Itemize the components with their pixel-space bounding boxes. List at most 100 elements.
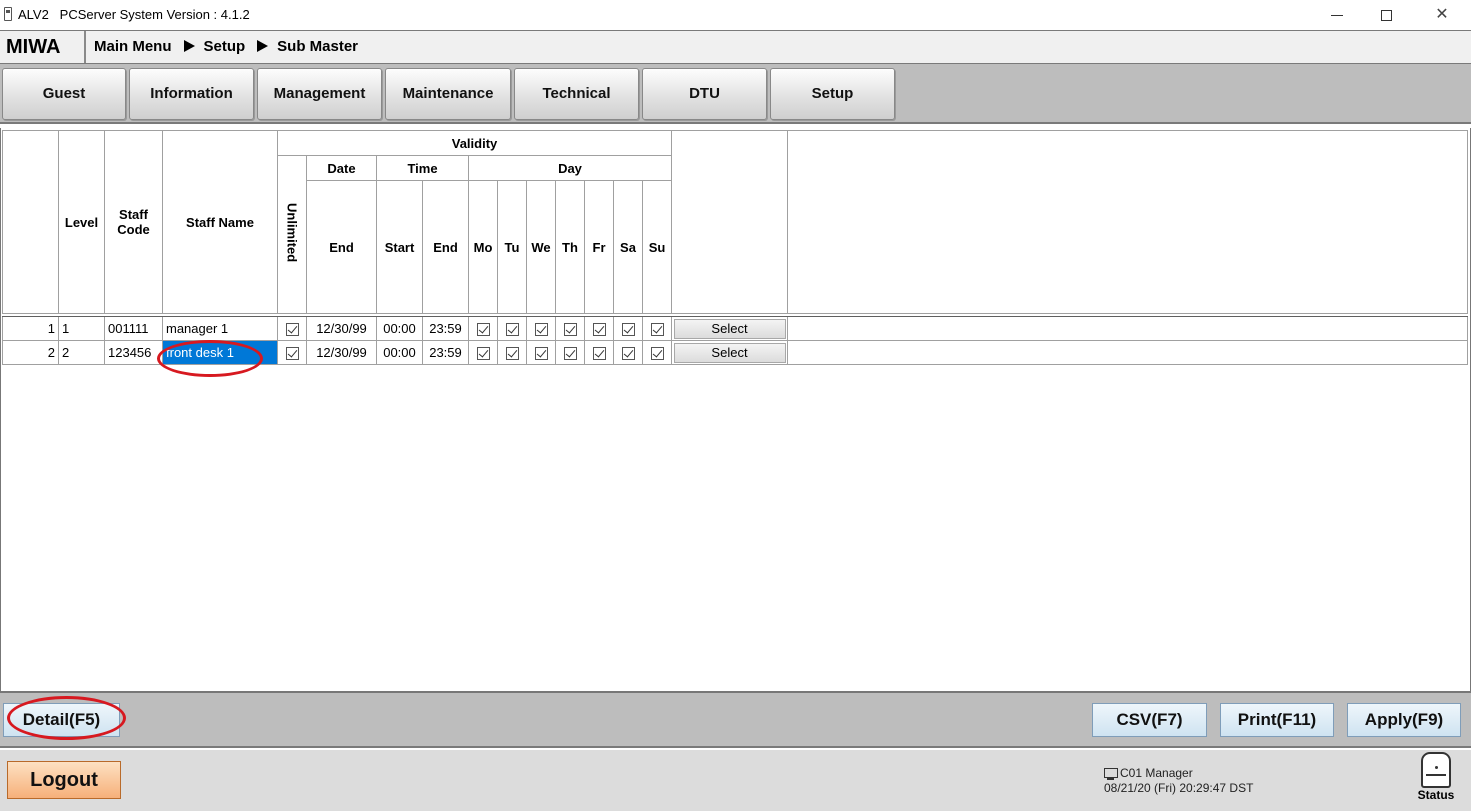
date-end-header: End [306, 180, 377, 314]
day-su-cell[interactable] [642, 340, 672, 365]
csv-button[interactable]: CSV(F7) [1092, 703, 1207, 737]
detail-button[interactable]: Detail(F5) [3, 703, 120, 737]
time-end-cell[interactable]: 23:59 [422, 316, 469, 341]
status-label: Status [1417, 788, 1455, 802]
day-we-header: We [526, 180, 556, 314]
time-end-header: End [422, 180, 469, 314]
row-number-header [2, 130, 59, 314]
breadcrumb-arrow-icon [183, 40, 195, 52]
staff-code-cell[interactable]: 123456 [104, 340, 163, 365]
tab-information[interactable]: Information [129, 68, 254, 120]
day-tu-header: Tu [497, 180, 527, 314]
app-icon [4, 7, 12, 21]
row-number: 1 [2, 316, 59, 341]
day-we-cell[interactable] [526, 316, 556, 341]
day-tu-cell[interactable] [497, 316, 527, 341]
select-header [671, 130, 788, 314]
staff-table: Level Staff Code Staff Name Validity Unl… [2, 130, 1468, 365]
day-we-checkbox[interactable] [534, 323, 548, 337]
table-row[interactable]: 1 1 001111 manager 1 12/30/99 00:00 23:5… [2, 316, 1468, 341]
brand-logo: MIWA [0, 31, 86, 63]
tab-setup[interactable]: Setup [770, 68, 895, 120]
close-button[interactable]: ✕ [1422, 4, 1462, 26]
app-window: ALV2 PCServer System Version : 4.1.2 ✕ M… [0, 0, 1471, 811]
unlimited-cell[interactable] [277, 316, 307, 341]
staff-name-cell[interactable]: manager 1 [162, 316, 278, 341]
staff-code-cell[interactable]: 001111 [104, 316, 163, 341]
title-bar: ALV2 PCServer System Version : 4.1.2 ✕ [0, 0, 1471, 30]
day-tu-cell[interactable] [497, 340, 527, 365]
logout-button[interactable]: Logout [7, 761, 121, 799]
time-start-cell[interactable]: 00:00 [376, 340, 423, 365]
unlimited-header: Unlimited [277, 155, 307, 314]
tab-technical[interactable]: Technical [514, 68, 639, 120]
date-header: Date [306, 155, 377, 181]
breadcrumb-main-menu[interactable]: Main Menu [94, 38, 172, 55]
date-end-cell[interactable]: 12/30/99 [306, 340, 377, 365]
day-th-cell[interactable] [555, 340, 585, 365]
day-mo-checkbox[interactable] [476, 323, 490, 337]
unlimited-checkbox[interactable] [285, 323, 299, 337]
print-button[interactable]: Print(F11) [1220, 703, 1334, 737]
select-button[interactable]: Select [673, 318, 786, 339]
day-tu-checkbox[interactable] [505, 347, 519, 361]
footer-bar: Logout C01 Manager 08/21/20 (Fri) 20:29:… [0, 750, 1471, 811]
breadcrumb-setup[interactable]: Setup [204, 38, 246, 55]
breadcrumb-arrow-icon [257, 40, 269, 52]
minimize-button[interactable] [1318, 4, 1358, 26]
time-start-header: Start [376, 180, 423, 314]
day-fr-header: Fr [584, 180, 614, 314]
staff-name-cell-selected[interactable]: front desk 1 [162, 340, 278, 365]
tab-management[interactable]: Management [257, 68, 382, 120]
day-th-checkbox[interactable] [563, 323, 577, 337]
validity-header: Validity [277, 130, 672, 156]
day-sa-cell[interactable] [613, 316, 643, 341]
day-su-checkbox[interactable] [650, 323, 664, 337]
day-th-header: Th [555, 180, 585, 314]
tab-dtu[interactable]: DTU [642, 68, 767, 120]
table-row[interactable]: 2 2 123456 front desk 1 12/30/99 00:00 2… [2, 340, 1468, 365]
unlimited-header-label: Unlimited [284, 203, 300, 263]
unlimited-checkbox[interactable] [285, 347, 299, 361]
day-su-checkbox[interactable] [650, 347, 664, 361]
day-mo-cell[interactable] [468, 340, 498, 365]
day-sa-checkbox[interactable] [621, 347, 635, 361]
level-cell[interactable]: 2 [58, 340, 105, 365]
day-mo-checkbox[interactable] [476, 347, 490, 361]
day-fr-cell[interactable] [584, 316, 614, 341]
status-button[interactable]: Status [1408, 752, 1464, 808]
day-fr-checkbox[interactable] [592, 347, 606, 361]
session-info: C01 Manager 08/21/20 (Fri) 20:29:47 DST [1104, 766, 1253, 796]
day-sa-header: Sa [613, 180, 643, 314]
staff-name-header[interactable]: Staff Name [162, 130, 278, 314]
select-button[interactable]: Select [673, 342, 786, 363]
day-fr-checkbox[interactable] [592, 323, 606, 337]
day-mo-cell[interactable] [468, 316, 498, 341]
unlimited-cell[interactable] [277, 340, 307, 365]
maximize-button[interactable] [1366, 4, 1406, 26]
main-tab-bar: Guest Information Management Maintenance… [0, 64, 1471, 124]
apply-button[interactable]: Apply(F9) [1347, 703, 1461, 737]
tab-maintenance[interactable]: Maintenance [385, 68, 511, 120]
day-mo-header: Mo [468, 180, 498, 314]
time-end-cell[interactable]: 23:59 [422, 340, 469, 365]
day-su-cell[interactable] [642, 316, 672, 341]
staff-code-header[interactable]: Staff Code [104, 130, 163, 314]
day-fr-cell[interactable] [584, 340, 614, 365]
day-sa-cell[interactable] [613, 340, 643, 365]
day-tu-checkbox[interactable] [505, 323, 519, 337]
level-header[interactable]: Level [58, 130, 105, 314]
day-th-cell[interactable] [555, 316, 585, 341]
date-end-cell[interactable]: 12/30/99 [306, 316, 377, 341]
day-sa-checkbox[interactable] [621, 323, 635, 337]
day-we-checkbox[interactable] [534, 347, 548, 361]
breadcrumb: Main Menu Setup Sub Master [94, 31, 358, 63]
day-th-checkbox[interactable] [563, 347, 577, 361]
tab-guest[interactable]: Guest [2, 68, 126, 120]
filler-cell [787, 340, 1468, 365]
pc-icon [1104, 768, 1118, 780]
status-icon [1421, 752, 1451, 788]
level-cell[interactable]: 1 [58, 316, 105, 341]
day-we-cell[interactable] [526, 340, 556, 365]
time-start-cell[interactable]: 00:00 [376, 316, 423, 341]
